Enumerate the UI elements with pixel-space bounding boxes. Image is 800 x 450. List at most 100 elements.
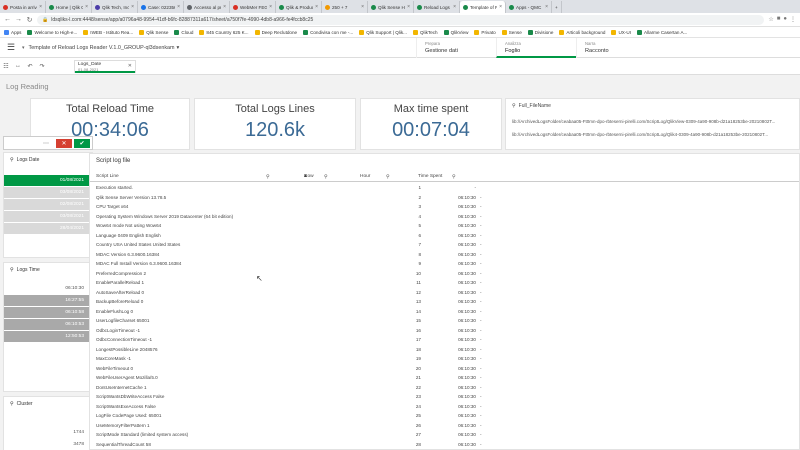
filter-value[interactable]: 06:10:30 bbox=[4, 283, 92, 295]
close-tab-icon[interactable]: × bbox=[269, 4, 272, 10]
bookmark-item[interactable]: Deep Reclutdone bbox=[254, 29, 297, 35]
browser-tab[interactable]: Reload Logs Rea× bbox=[414, 1, 460, 13]
bookmark-item[interactable]: Condivisa con me -... bbox=[303, 29, 353, 35]
filename-line[interactable]: lib://ArchivedLogsFolder/ceabaa05-Ft0mn-… bbox=[512, 119, 793, 124]
close-tab-icon[interactable]: × bbox=[177, 4, 180, 10]
bookmark-item[interactable]: 845 Country 625 K... bbox=[199, 29, 249, 35]
bookmark-item[interactable]: QlikView bbox=[443, 29, 468, 35]
table-row[interactable]: WebFileUserAgent Mozilla/5.0 21 06:10:30- bbox=[90, 374, 799, 382]
search-icon[interactable]: ⚲ bbox=[512, 103, 516, 109]
table-row[interactable]: MaxCoreMask -1 19 06:10:30- bbox=[90, 355, 799, 363]
table-row[interactable]: OdbcLoginTimeout -1 16 06:10:30- bbox=[90, 327, 799, 335]
filter-value[interactable]: 03/08/2021 bbox=[4, 211, 92, 223]
filter-value[interactable]: 1744 bbox=[4, 427, 92, 439]
star-icon[interactable]: ☆ bbox=[768, 16, 773, 23]
table-row[interactable]: ScriptMode Standard (limited system acce… bbox=[90, 431, 799, 439]
table-row[interactable]: LogFile CodePage Used: 65001 25 06:10:30- bbox=[90, 412, 799, 420]
search-icon[interactable]: ⚲ bbox=[266, 174, 270, 180]
bookmark-item[interactable]: Articoli background bbox=[559, 29, 605, 35]
confirm-selection-button[interactable]: ✔ bbox=[74, 138, 90, 148]
new-tab-icon[interactable]: + bbox=[552, 1, 562, 13]
filter-value[interactable]: 01/08/2021 bbox=[4, 175, 92, 187]
table-row[interactable]: MDAC Version 6.3.9600.16384 8 06:10:30- bbox=[90, 251, 799, 259]
bookmark-item[interactable]: Welcome to High-e... bbox=[27, 29, 77, 35]
col-header-hour[interactable]: Hour bbox=[360, 174, 370, 179]
browser-tab[interactable]: Template of Reloa× bbox=[460, 1, 506, 13]
app-title[interactable]: Template of Reload Logs Reader V.1.0_GRO… bbox=[29, 45, 180, 51]
nav-analyze[interactable]: Analizza Foglio bbox=[496, 38, 576, 58]
bookmark-item[interactable]: Allarme Casertan A... bbox=[636, 29, 687, 35]
table-row[interactable]: Country USA United States United States 7… bbox=[90, 241, 799, 249]
table-row[interactable]: PreferredCompression 2 10 06:10:30- bbox=[90, 270, 799, 278]
close-tab-icon[interactable]: × bbox=[223, 4, 226, 10]
close-tab-icon[interactable]: × bbox=[407, 4, 410, 10]
back-icon[interactable]: ← bbox=[4, 16, 11, 23]
table-row[interactable]: CPU Target x64 3 06:10:30- bbox=[90, 203, 799, 211]
bookmark-item[interactable]: Sense bbox=[501, 29, 522, 35]
hamburger-menu-icon[interactable]: ☰ bbox=[0, 38, 22, 58]
bookmark-item[interactable]: Qlik Support | Qlik... bbox=[359, 29, 407, 35]
bookmark-item[interactable]: UX-UI bbox=[611, 29, 631, 35]
table-row[interactable]: ScriptWantsExeAccess False 24 06:10:30- bbox=[90, 403, 799, 411]
browser-tab[interactable]: Qlik Tech, Inc. - Pro× bbox=[92, 1, 138, 13]
reload-icon[interactable]: ↻ bbox=[26, 16, 33, 24]
table-row[interactable]: EnableParallelReload 1 11 06:10:30- bbox=[90, 279, 799, 287]
search-icon[interactable]: ⚲ bbox=[10, 267, 14, 273]
table-row[interactable]: MDAC Full Install Version 6.3.9600.16384… bbox=[90, 260, 799, 268]
bookmark-item[interactable]: QlikTech bbox=[412, 29, 438, 35]
browser-tab[interactable]: Accesso al proprio× bbox=[184, 1, 230, 13]
search-icon[interactable]: ⚲ bbox=[452, 174, 456, 180]
profile-icon[interactable]: ● bbox=[783, 16, 787, 23]
bookmark-item[interactable]: IWEB - Istituto Rea... bbox=[83, 29, 133, 35]
filter-value[interactable]: 06:10:58 bbox=[4, 307, 92, 319]
filter-value[interactable]: 06:10:53 bbox=[4, 319, 92, 331]
full-filename-panel[interactable]: ⚲ Full_FileName lib://ArchivedLogsFolder… bbox=[505, 98, 800, 150]
close-tab-icon[interactable]: × bbox=[499, 4, 502, 10]
close-tab-icon[interactable]: × bbox=[453, 4, 456, 10]
nav-narrate[interactable]: Narra Racconto bbox=[576, 38, 656, 58]
browser-tab[interactable]: Posta in arrivo (2)× bbox=[0, 1, 46, 13]
browser-tab[interactable]: WebMer FEG: Accu× bbox=[230, 1, 276, 13]
close-tab-icon[interactable]: × bbox=[85, 4, 88, 10]
menu-chevron-icon[interactable]: ▾ bbox=[22, 45, 25, 51]
nav-prepare[interactable]: Prepara Gestione dati bbox=[416, 38, 496, 58]
table-row[interactable]: ScriptWantsDbWriteAccess False 23 06:10:30… bbox=[90, 393, 799, 401]
kpi-total-logs-lines[interactable]: Total Logs Lines 120.6k bbox=[194, 98, 356, 150]
extensions-icon[interactable]: ■ bbox=[777, 16, 781, 23]
close-tab-icon[interactable]: × bbox=[361, 4, 364, 10]
filename-line[interactable]: lib://ArchivedLogsFolder/ceabaa05-Ft0mn-… bbox=[512, 132, 793, 137]
table-row[interactable]: Operating System Windows Server 2019 Dat… bbox=[90, 213, 799, 221]
selections-tool-icon[interactable]: ↔ bbox=[12, 63, 24, 69]
table-row[interactable]: Language 0409 English English 6 06:10:30- bbox=[90, 232, 799, 240]
browser-tab[interactable]: Home | Qlik Comm× bbox=[46, 1, 92, 13]
search-icon[interactable]: ⚲ bbox=[324, 174, 328, 180]
browser-tab[interactable]: Case: 02235609× bbox=[138, 1, 184, 13]
selection-chip-logs-date[interactable]: Logs_Date 01-08-2021 ✕ bbox=[74, 60, 136, 73]
browser-tab[interactable]: Qlik & Product Inno× bbox=[276, 1, 322, 13]
smart-search-icon[interactable]: ☷ bbox=[0, 63, 12, 70]
clear-selection-icon[interactable]: ✕ bbox=[128, 63, 132, 69]
close-tab-icon[interactable]: × bbox=[131, 4, 134, 10]
more-icon[interactable]: ⋮ bbox=[790, 16, 796, 23]
bookmark-item[interactable]: Privato bbox=[474, 29, 496, 35]
table-row[interactable]: BackupBeforeReload 0 13 06:10:30- bbox=[90, 298, 799, 306]
filter-value[interactable]: 3478 bbox=[4, 439, 92, 450]
forward-icon[interactable]: → bbox=[15, 16, 22, 23]
table-row[interactable]: Qlik Sense Server Version 13.78.5 2 06:10:… bbox=[90, 194, 799, 202]
col-header-time-spent[interactable]: Time Spent bbox=[418, 174, 442, 179]
bookmark-item[interactable]: Qlik Sense bbox=[139, 29, 168, 35]
table-row[interactable]: EnableFlushLog 0 14 06:10:30- bbox=[90, 308, 799, 316]
table-row[interactable]: DontUseInternetCache 1 22 06:10:30- bbox=[90, 384, 799, 392]
filter-value[interactable]: 03/08/2021 bbox=[4, 187, 92, 199]
close-tab-icon[interactable]: × bbox=[545, 4, 548, 10]
col-header-script-line[interactable]: Script Line bbox=[96, 174, 119, 179]
table-row[interactable]: SequentialThreadCount 58 28 06:10:30- bbox=[90, 441, 799, 449]
step-forward-icon[interactable]: ↷ bbox=[36, 63, 48, 70]
close-tab-icon[interactable]: × bbox=[315, 4, 318, 10]
table-row[interactable]: UseMemoryFilterPattern 1 26 06:10:30- bbox=[90, 422, 799, 430]
browser-tab[interactable]: 250 + 7 × bbox=[322, 1, 368, 13]
step-back-icon[interactable]: ↶ bbox=[24, 63, 36, 70]
table-row[interactable]: OdbcConnectionTimeout -1 17 06:10:30- bbox=[90, 336, 799, 344]
kpi-max-time-spent[interactable]: Max time spent 00:07:04 bbox=[360, 98, 502, 150]
browser-tab[interactable]: Apps - QMC × bbox=[506, 1, 552, 13]
